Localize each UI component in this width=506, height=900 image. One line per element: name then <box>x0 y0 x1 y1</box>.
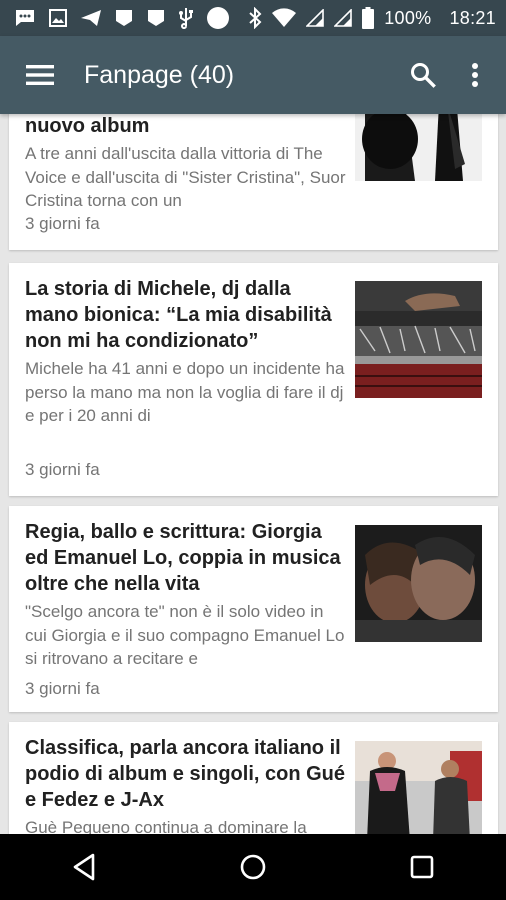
article-title: Classifica, parla ancora italiano il pod… <box>25 737 346 811</box>
article-summary: "Scelgo ancora te" non è il solo video i… <box>25 602 345 668</box>
signal-icon <box>306 9 325 27</box>
notification-icon <box>114 8 134 28</box>
article-time: 3 giorni fa <box>25 214 100 233</box>
menu-button[interactable] <box>24 59 56 91</box>
article-title: Regia, ballo e scrittura: Giorgia ed Ema… <box>25 521 341 595</box>
article-title: La storia di Michele, dj dalla mano bion… <box>25 278 332 352</box>
circle-icon <box>206 6 230 30</box>
article-card[interactable]: La storia di Michele, dj dalla mano bion… <box>9 263 498 496</box>
hamburger-menu-icon <box>26 65 54 85</box>
article-thumbnail <box>355 281 482 398</box>
app-title: Fanpage (40) <box>84 60 235 89</box>
status-bar: 100% 18:21 <box>0 0 506 36</box>
signal-icon <box>334 9 353 27</box>
image-icon <box>48 8 68 28</box>
battery-percent: 100% <box>384 7 432 28</box>
article-time: 3 giorni fa <box>25 460 100 479</box>
article-summary: Michele ha 41 anni e dopo un incidente h… <box>25 359 345 425</box>
article-feed[interactable]: nuovo album A tre anni dall'uscita dalla… <box>0 114 506 834</box>
back-icon <box>74 853 95 881</box>
article-summary: A tre anni dall'uscita dalla vittoria di… <box>25 144 346 210</box>
overflow-menu-button[interactable] <box>458 58 492 92</box>
article-title: nuovo album <box>25 115 150 137</box>
search-icon <box>411 63 436 88</box>
search-button[interactable] <box>406 58 440 92</box>
clock: 18:21 <box>449 7 496 28</box>
article-card[interactable]: Regia, ballo e scrittura: Giorgia ed Ema… <box>9 506 498 712</box>
send-icon <box>80 9 102 27</box>
article-thumbnail <box>355 114 482 181</box>
article-card[interactable]: Classifica, parla ancora italiano il pod… <box>9 722 498 834</box>
back-button[interactable] <box>54 837 114 897</box>
status-left-icons <box>14 6 230 30</box>
chat-icon <box>14 8 36 28</box>
battery-icon <box>362 7 375 29</box>
more-vert-icon <box>472 63 478 87</box>
app-bar-actions <box>406 58 492 92</box>
home-icon <box>240 854 266 880</box>
home-button[interactable] <box>223 837 283 897</box>
app-bar: Fanpage (40) <box>0 36 506 114</box>
bluetooth-icon <box>248 7 262 29</box>
article-thumbnail <box>355 525 482 642</box>
recents-icon <box>410 855 433 879</box>
article-thumbnail <box>355 741 482 834</box>
navigation-bar <box>0 834 506 900</box>
article-time: 3 giorni fa <box>25 679 100 698</box>
article-card[interactable]: nuovo album A tre anni dall'uscita dalla… <box>9 114 498 250</box>
article-summary: Guè Pequeno continua a dominare la <box>25 818 307 834</box>
status-right-icons: 100% 18:21 <box>248 7 496 29</box>
usb-icon <box>178 7 194 29</box>
recents-button[interactable] <box>392 837 452 897</box>
notification-icon <box>146 8 166 28</box>
wifi-icon <box>272 8 297 28</box>
